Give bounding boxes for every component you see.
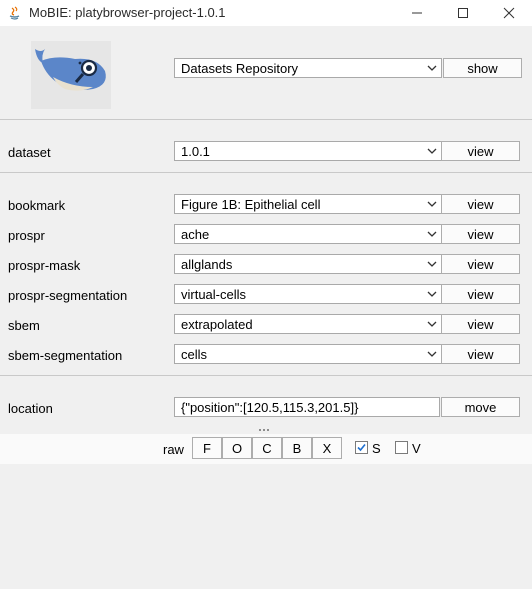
prospr-view-button[interactable]: view [441, 224, 520, 244]
location-input[interactable]: {"position":[120.5,115.3,201.5]} [174, 397, 440, 417]
bookmark-select[interactable]: Figure 1B: Epithelial cell [174, 194, 442, 214]
sbem-segmentation-select[interactable]: cells [174, 344, 442, 364]
source-select-value: Datasets Repository [181, 61, 299, 76]
close-icon [503, 7, 515, 19]
v-checkbox[interactable] [395, 441, 408, 454]
bookmark-label: bookmark [8, 198, 66, 213]
dataset-select[interactable]: 1.0.1 [174, 141, 442, 161]
mobie-logo [31, 41, 111, 109]
prospr-label: prospr [8, 228, 45, 243]
chevron-down-icon [427, 261, 437, 267]
prospr-segmentation-label: prospr-segmentation [8, 288, 128, 303]
sbem-select-value: extrapolated [181, 317, 253, 332]
java-app-icon [8, 6, 22, 20]
v-checkbox-label: V [412, 441, 421, 456]
chevron-down-icon [427, 291, 437, 297]
separator [0, 119, 532, 120]
split-pane-handle[interactable] [259, 428, 273, 432]
prospr-mask-view-button[interactable]: view [441, 254, 520, 274]
title-bar: MoBIE: platybrowser-project-1.0.1 [0, 0, 532, 26]
dataset-label: dataset [8, 145, 51, 160]
window-title: MoBIE: platybrowser-project-1.0.1 [29, 5, 226, 20]
close-button[interactable] [486, 0, 532, 26]
sbem-view-button[interactable]: view [441, 314, 520, 334]
prospr-select-value: ache [181, 227, 210, 242]
sbem-segmentation-label: sbem-segmentation [8, 348, 123, 363]
toggle-f-button[interactable]: F [192, 437, 222, 459]
location-label: location [8, 401, 53, 416]
chevron-down-icon [427, 148, 437, 154]
dataset-view-button[interactable]: view [441, 141, 520, 161]
prospr-select[interactable]: ache [174, 224, 442, 244]
chevron-down-icon [427, 65, 437, 71]
s-checkbox[interactable] [355, 441, 368, 454]
source-select[interactable]: Datasets Repository [174, 58, 442, 78]
dataset-select-value: 1.0.1 [181, 144, 210, 159]
separator [0, 172, 532, 173]
chevron-down-icon [427, 321, 437, 327]
toggle-o-button[interactable]: O [222, 437, 252, 459]
bookmark-select-value: Figure 1B: Epithelial cell [181, 197, 321, 212]
prospr-segmentation-select-value: virtual-cells [181, 287, 247, 302]
chevron-down-icon [427, 201, 437, 207]
maximize-button[interactable] [440, 0, 486, 26]
bookmark-view-button[interactable]: view [441, 194, 520, 214]
chevron-down-icon [427, 231, 437, 237]
sbem-segmentation-select-value: cells [181, 347, 208, 362]
chevron-down-icon [427, 351, 437, 357]
toggle-b-button[interactable]: B [282, 437, 312, 459]
sbem-label: sbem [8, 318, 40, 333]
checkmark-icon [357, 443, 366, 452]
move-button[interactable]: move [441, 397, 520, 417]
prospr-mask-select[interactable]: allglands [174, 254, 442, 274]
separator [0, 375, 532, 376]
empty-panel [0, 464, 532, 589]
prospr-mask-label: prospr-mask [8, 258, 81, 273]
whale-magnifier-icon [35, 49, 106, 91]
minimize-button[interactable] [394, 0, 440, 26]
show-button[interactable]: show [443, 58, 522, 78]
toggle-c-button[interactable]: C [252, 437, 282, 459]
sbem-segmentation-view-button[interactable]: view [441, 344, 520, 364]
toggle-x-button[interactable]: X [312, 437, 342, 459]
s-checkbox-label: S [372, 441, 381, 456]
prospr-segmentation-select[interactable]: virtual-cells [174, 284, 442, 304]
raw-label: raw [163, 442, 184, 457]
prospr-segmentation-view-button[interactable]: view [441, 284, 520, 304]
sbem-select[interactable]: extrapolated [174, 314, 442, 334]
maximize-icon [458, 8, 468, 18]
prospr-mask-select-value: allglands [181, 257, 233, 272]
minimize-icon [412, 12, 422, 14]
location-input-value: {"position":[120.5,115.3,201.5]} [181, 400, 359, 415]
